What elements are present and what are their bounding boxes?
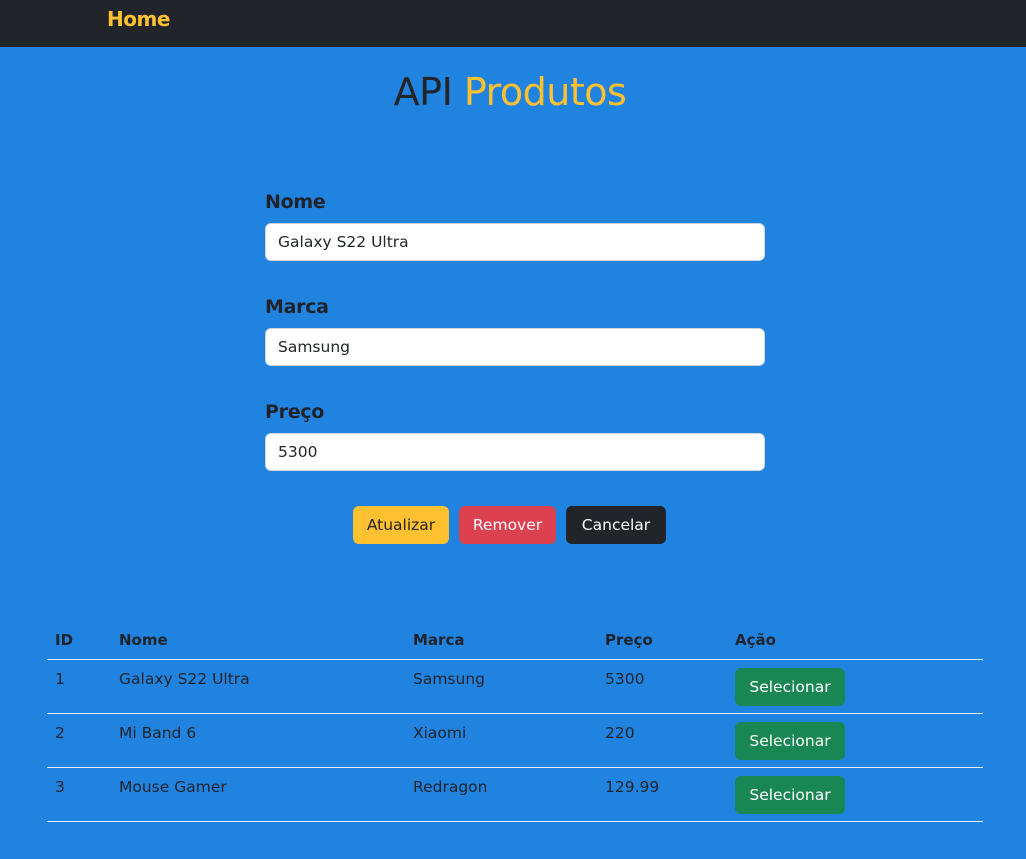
products-table: ID Nome Marca Preço Ação 1 Galaxy S22 Ul… bbox=[47, 620, 983, 822]
header-nome: Nome bbox=[111, 620, 405, 660]
selecionar-button[interactable]: Selecionar bbox=[735, 722, 845, 760]
preco-input[interactable] bbox=[265, 433, 765, 471]
header-id: ID bbox=[47, 620, 111, 660]
cell-preco: 220 bbox=[597, 713, 727, 768]
marca-input[interactable] bbox=[265, 328, 765, 366]
table-row: 2 Mi Band 6 Xiaomi 220 Selecionar bbox=[47, 713, 983, 768]
cell-marca: Samsung bbox=[405, 659, 597, 714]
nome-label: Nome bbox=[265, 191, 326, 213]
cell-acao: Selecionar bbox=[727, 767, 983, 822]
header-marca: Marca bbox=[405, 620, 597, 660]
cell-acao: Selecionar bbox=[727, 659, 983, 714]
cell-id: 2 bbox=[47, 713, 111, 768]
cell-id: 1 bbox=[47, 659, 111, 714]
preco-label: Preço bbox=[265, 401, 324, 423]
cell-preco: 5300 bbox=[597, 659, 727, 714]
remover-button[interactable]: Remover bbox=[459, 506, 556, 544]
header-acao: Ação bbox=[727, 620, 983, 660]
cell-nome: Mouse Gamer bbox=[111, 767, 405, 822]
atualizar-button[interactable]: Atualizar bbox=[353, 506, 449, 544]
header-preco: Preço bbox=[597, 620, 727, 660]
nav-home-link[interactable]: Home bbox=[107, 7, 170, 31]
selecionar-button[interactable]: Selecionar bbox=[735, 776, 845, 814]
cell-preco: 129.99 bbox=[597, 767, 727, 822]
page-title: API Produtos bbox=[0, 70, 1020, 114]
table-row: 3 Mouse Gamer Redragon 129.99 Selecionar bbox=[47, 767, 983, 822]
page-title-api: API bbox=[393, 70, 453, 114]
cell-nome: Mi Band 6 bbox=[111, 713, 405, 768]
cell-marca: Redragon bbox=[405, 767, 597, 822]
nome-input[interactable] bbox=[265, 223, 765, 261]
table-row: 1 Galaxy S22 Ultra Samsung 5300 Selecion… bbox=[47, 659, 983, 714]
page-title-produtos: Produtos bbox=[463, 70, 627, 114]
cell-id: 3 bbox=[47, 767, 111, 822]
marca-label: Marca bbox=[265, 296, 329, 318]
cell-acao: Selecionar bbox=[727, 713, 983, 768]
table-header-row: ID Nome Marca Preço Ação bbox=[47, 620, 983, 660]
navbar: Home bbox=[0, 0, 1026, 47]
cell-marca: Xiaomi bbox=[405, 713, 597, 768]
cancelar-button[interactable]: Cancelar bbox=[566, 506, 666, 544]
cell-nome: Galaxy S22 Ultra bbox=[111, 659, 405, 714]
selecionar-button[interactable]: Selecionar bbox=[735, 668, 845, 706]
